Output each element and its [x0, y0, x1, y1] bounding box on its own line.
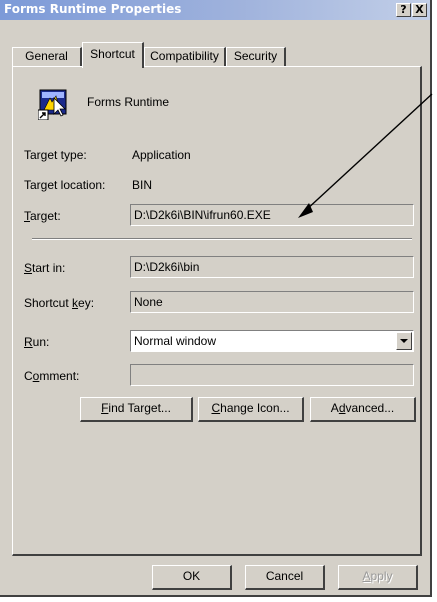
- start-in-field[interactable]: D:\D2k6i\bin: [130, 256, 414, 278]
- target-field[interactable]: D:\D2k6i\BIN\ifrun60.EXE: [130, 204, 414, 226]
- cancel-button[interactable]: Cancel: [245, 565, 325, 590]
- comment-label: Comment:: [24, 369, 80, 383]
- tab-shortcut[interactable]: Shortcut: [82, 42, 144, 68]
- advanced-button[interactable]: Advanced...: [310, 397, 416, 422]
- target-location-value: BIN: [132, 178, 153, 192]
- find-target-button[interactable]: Find Target...: [80, 397, 193, 422]
- tab-security[interactable]: Security: [226, 47, 286, 66]
- shortcut-key-label: Shortcut key:: [24, 296, 95, 310]
- tab-general[interactable]: General: [12, 47, 82, 66]
- properties-window: Forms Runtime Properties ? X General Sho…: [0, 0, 432, 597]
- tab-compatibility[interactable]: Compatibility: [144, 47, 226, 66]
- target-location-label: Target location:: [24, 178, 106, 192]
- title-bar[interactable]: Forms Runtime Properties ? X: [0, 0, 430, 20]
- start-in-label: Start in:: [24, 261, 66, 275]
- close-button[interactable]: X: [412, 3, 427, 17]
- run-label: Run:: [24, 335, 50, 349]
- chevron-down-icon: [400, 339, 408, 343]
- forms-runtime-icon: [38, 89, 67, 120]
- shortcut-name: Forms Runtime: [87, 95, 170, 109]
- target-label: Target:: [24, 209, 61, 223]
- run-dropdown[interactable]: Normal window: [130, 330, 414, 352]
- window-title: Forms Runtime Properties: [4, 2, 182, 16]
- apply-button[interactable]: Apply: [338, 565, 418, 590]
- target-type-value: Application: [132, 148, 191, 162]
- change-icon-button[interactable]: Change Icon...: [198, 397, 304, 422]
- ok-button[interactable]: OK: [152, 565, 232, 590]
- help-button[interactable]: ?: [396, 3, 411, 17]
- dropdown-arrow-button[interactable]: [396, 332, 412, 350]
- shortcut-key-field[interactable]: None: [130, 291, 414, 313]
- run-dropdown-value: Normal window: [134, 334, 217, 348]
- separator: [32, 238, 412, 240]
- comment-field[interactable]: [130, 364, 414, 386]
- target-type-label: Target type:: [24, 148, 87, 162]
